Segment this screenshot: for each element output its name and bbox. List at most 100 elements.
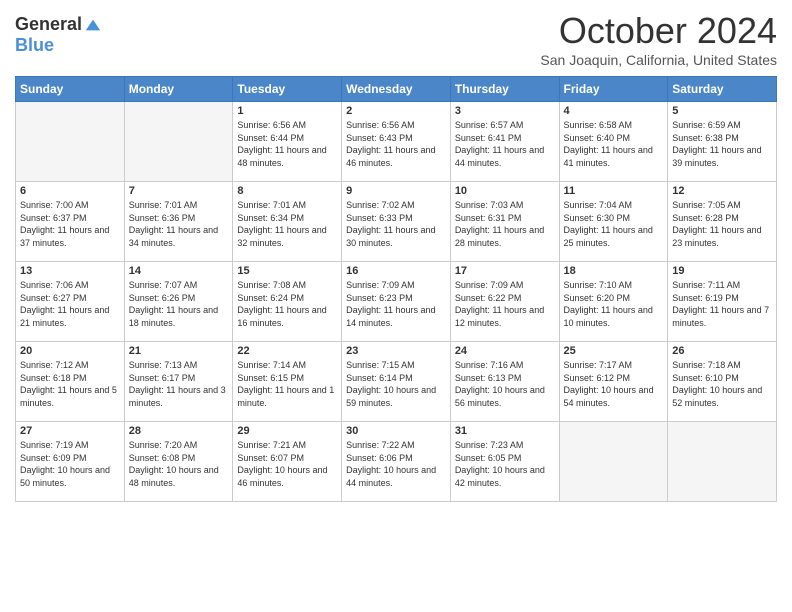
day-number: 29	[237, 425, 337, 437]
day-number: 3	[455, 105, 555, 117]
day-number: 14	[129, 265, 229, 277]
calendar-cell: 27 Sunrise: 7:19 AMSunset: 6:09 PMDaylig…	[16, 422, 125, 502]
day-info: Sunrise: 7:22 AMSunset: 6:06 PMDaylight:…	[346, 439, 446, 489]
calendar-cell: 28 Sunrise: 7:20 AMSunset: 6:08 PMDaylig…	[124, 422, 233, 502]
day-info: Sunrise: 7:07 AMSunset: 6:26 PMDaylight:…	[129, 279, 229, 329]
day-info: Sunrise: 7:19 AMSunset: 6:09 PMDaylight:…	[20, 439, 120, 489]
day-number: 20	[20, 345, 120, 357]
day-number: 6	[20, 185, 120, 197]
day-number: 10	[455, 185, 555, 197]
logo-icon	[84, 16, 102, 34]
calendar-cell: 9 Sunrise: 7:02 AMSunset: 6:33 PMDayligh…	[342, 182, 451, 262]
day-number: 5	[672, 105, 772, 117]
calendar-cell: 3 Sunrise: 6:57 AMSunset: 6:41 PMDayligh…	[450, 102, 559, 182]
day-info: Sunrise: 7:08 AMSunset: 6:24 PMDaylight:…	[237, 279, 337, 329]
day-info: Sunrise: 7:09 AMSunset: 6:23 PMDaylight:…	[346, 279, 446, 329]
calendar-cell: 20 Sunrise: 7:12 AMSunset: 6:18 PMDaylig…	[16, 342, 125, 422]
weekday-header-thursday: Thursday	[450, 77, 559, 102]
weekday-header-sunday: Sunday	[16, 77, 125, 102]
day-info: Sunrise: 7:03 AMSunset: 6:31 PMDaylight:…	[455, 199, 555, 249]
calendar-cell: 5 Sunrise: 6:59 AMSunset: 6:38 PMDayligh…	[668, 102, 777, 182]
day-number: 27	[20, 425, 120, 437]
day-number: 9	[346, 185, 446, 197]
day-number: 18	[564, 265, 664, 277]
title-area: October 2024 San Joaquin, California, Un…	[540, 10, 777, 68]
day-number: 7	[129, 185, 229, 197]
calendar-cell: 13 Sunrise: 7:06 AMSunset: 6:27 PMDaylig…	[16, 262, 125, 342]
calendar-cell: 6 Sunrise: 7:00 AMSunset: 6:37 PMDayligh…	[16, 182, 125, 262]
day-number: 28	[129, 425, 229, 437]
calendar-cell: 1 Sunrise: 6:56 AMSunset: 6:44 PMDayligh…	[233, 102, 342, 182]
day-number: 22	[237, 345, 337, 357]
day-info: Sunrise: 7:18 AMSunset: 6:10 PMDaylight:…	[672, 359, 772, 409]
calendar-cell: 25 Sunrise: 7:17 AMSunset: 6:12 PMDaylig…	[559, 342, 668, 422]
calendar-week-row: 6 Sunrise: 7:00 AMSunset: 6:37 PMDayligh…	[16, 182, 777, 262]
day-info: Sunrise: 7:02 AMSunset: 6:33 PMDaylight:…	[346, 199, 446, 249]
day-info: Sunrise: 7:14 AMSunset: 6:15 PMDaylight:…	[237, 359, 337, 409]
day-number: 17	[455, 265, 555, 277]
day-info: Sunrise: 6:59 AMSunset: 6:38 PMDaylight:…	[672, 119, 772, 169]
day-info: Sunrise: 7:01 AMSunset: 6:36 PMDaylight:…	[129, 199, 229, 249]
calendar-cell: 11 Sunrise: 7:04 AMSunset: 6:30 PMDaylig…	[559, 182, 668, 262]
day-info: Sunrise: 7:06 AMSunset: 6:27 PMDaylight:…	[20, 279, 120, 329]
weekday-header-tuesday: Tuesday	[233, 77, 342, 102]
logo-general-text: General	[15, 14, 82, 35]
day-number: 11	[564, 185, 664, 197]
day-info: Sunrise: 7:09 AMSunset: 6:22 PMDaylight:…	[455, 279, 555, 329]
calendar-cell: 2 Sunrise: 6:56 AMSunset: 6:43 PMDayligh…	[342, 102, 451, 182]
calendar-cell: 12 Sunrise: 7:05 AMSunset: 6:28 PMDaylig…	[668, 182, 777, 262]
day-info: Sunrise: 6:56 AMSunset: 6:43 PMDaylight:…	[346, 119, 446, 169]
day-number: 16	[346, 265, 446, 277]
day-info: Sunrise: 7:05 AMSunset: 6:28 PMDaylight:…	[672, 199, 772, 249]
day-info: Sunrise: 7:04 AMSunset: 6:30 PMDaylight:…	[564, 199, 664, 249]
day-info: Sunrise: 7:20 AMSunset: 6:08 PMDaylight:…	[129, 439, 229, 489]
calendar-week-row: 13 Sunrise: 7:06 AMSunset: 6:27 PMDaylig…	[16, 262, 777, 342]
day-number: 2	[346, 105, 446, 117]
header-area: General Blue October 2024 San Joaquin, C…	[15, 10, 777, 68]
day-info: Sunrise: 7:11 AMSunset: 6:19 PMDaylight:…	[672, 279, 772, 329]
calendar-cell: 16 Sunrise: 7:09 AMSunset: 6:23 PMDaylig…	[342, 262, 451, 342]
calendar-cell	[668, 422, 777, 502]
calendar-header-row: SundayMondayTuesdayWednesdayThursdayFrid…	[16, 77, 777, 102]
calendar-cell: 10 Sunrise: 7:03 AMSunset: 6:31 PMDaylig…	[450, 182, 559, 262]
calendar-cell: 31 Sunrise: 7:23 AMSunset: 6:05 PMDaylig…	[450, 422, 559, 502]
calendar-cell: 19 Sunrise: 7:11 AMSunset: 6:19 PMDaylig…	[668, 262, 777, 342]
calendar-cell: 23 Sunrise: 7:15 AMSunset: 6:14 PMDaylig…	[342, 342, 451, 422]
day-number: 23	[346, 345, 446, 357]
calendar-cell: 29 Sunrise: 7:21 AMSunset: 6:07 PMDaylig…	[233, 422, 342, 502]
calendar-cell: 7 Sunrise: 7:01 AMSunset: 6:36 PMDayligh…	[124, 182, 233, 262]
day-number: 30	[346, 425, 446, 437]
calendar-cell: 14 Sunrise: 7:07 AMSunset: 6:26 PMDaylig…	[124, 262, 233, 342]
day-info: Sunrise: 7:15 AMSunset: 6:14 PMDaylight:…	[346, 359, 446, 409]
day-info: Sunrise: 7:10 AMSunset: 6:20 PMDaylight:…	[564, 279, 664, 329]
calendar-cell: 26 Sunrise: 7:18 AMSunset: 6:10 PMDaylig…	[668, 342, 777, 422]
weekday-header-monday: Monday	[124, 77, 233, 102]
day-info: Sunrise: 7:21 AMSunset: 6:07 PMDaylight:…	[237, 439, 337, 489]
calendar-cell: 4 Sunrise: 6:58 AMSunset: 6:40 PMDayligh…	[559, 102, 668, 182]
day-number: 21	[129, 345, 229, 357]
calendar-cell: 21 Sunrise: 7:13 AMSunset: 6:17 PMDaylig…	[124, 342, 233, 422]
month-title: October 2024	[540, 10, 777, 52]
day-number: 13	[20, 265, 120, 277]
day-number: 19	[672, 265, 772, 277]
day-info: Sunrise: 6:58 AMSunset: 6:40 PMDaylight:…	[564, 119, 664, 169]
day-number: 12	[672, 185, 772, 197]
day-number: 26	[672, 345, 772, 357]
day-info: Sunrise: 7:13 AMSunset: 6:17 PMDaylight:…	[129, 359, 229, 409]
location-title: San Joaquin, California, United States	[540, 52, 777, 68]
calendar-cell: 30 Sunrise: 7:22 AMSunset: 6:06 PMDaylig…	[342, 422, 451, 502]
day-info: Sunrise: 7:01 AMSunset: 6:34 PMDaylight:…	[237, 199, 337, 249]
calendar-cell: 18 Sunrise: 7:10 AMSunset: 6:20 PMDaylig…	[559, 262, 668, 342]
calendar-week-row: 27 Sunrise: 7:19 AMSunset: 6:09 PMDaylig…	[16, 422, 777, 502]
calendar-table: SundayMondayTuesdayWednesdayThursdayFrid…	[15, 76, 777, 502]
day-number: 31	[455, 425, 555, 437]
day-info: Sunrise: 7:16 AMSunset: 6:13 PMDaylight:…	[455, 359, 555, 409]
calendar-cell: 17 Sunrise: 7:09 AMSunset: 6:22 PMDaylig…	[450, 262, 559, 342]
logo: General Blue	[15, 10, 102, 56]
day-number: 1	[237, 105, 337, 117]
day-number: 25	[564, 345, 664, 357]
calendar-cell	[559, 422, 668, 502]
weekday-header-saturday: Saturday	[668, 77, 777, 102]
calendar-cell: 24 Sunrise: 7:16 AMSunset: 6:13 PMDaylig…	[450, 342, 559, 422]
day-info: Sunrise: 6:56 AMSunset: 6:44 PMDaylight:…	[237, 119, 337, 169]
